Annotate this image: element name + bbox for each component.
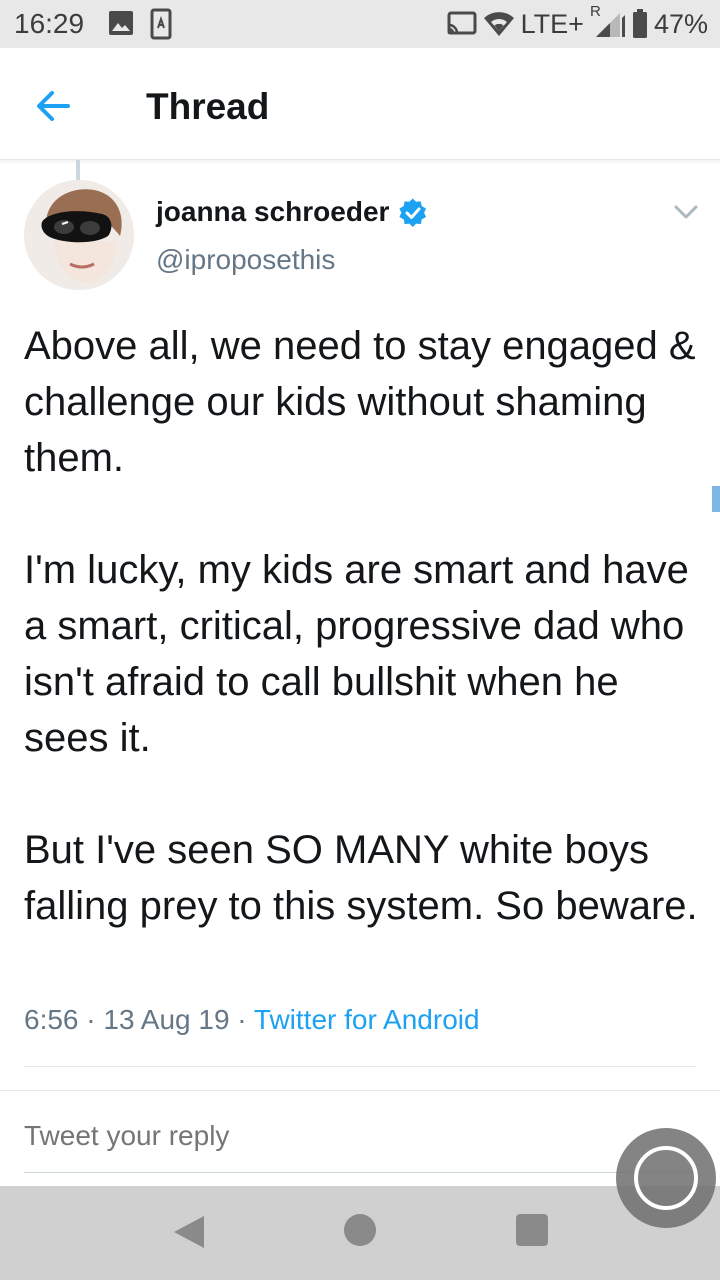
author-handle[interactable]: @iproposethis <box>156 244 335 276</box>
nav-home-button[interactable] <box>344 1214 376 1246</box>
chevron-down-icon <box>674 205 698 219</box>
meta-separator: · <box>86 1004 104 1035</box>
triangle-back-icon <box>174 1216 204 1248</box>
tweet-time: 6:56 <box>24 1004 79 1035</box>
scrollbar[interactable] <box>712 486 720 512</box>
wifi-icon <box>483 10 515 38</box>
status-bar: 16:29 LTE+ R 47% <box>0 0 720 48</box>
nav-back-button[interactable] <box>172 1214 206 1250</box>
tweet-text: Above all, we need to stay engaged & cha… <box>24 324 698 928</box>
cast-icon <box>447 11 477 37</box>
status-icons: LTE+ R 47% <box>447 3 708 40</box>
avatar[interactable] <box>24 180 134 290</box>
thread-connector-line <box>76 160 80 180</box>
divider <box>24 1066 696 1067</box>
verified-badge-icon <box>398 198 428 228</box>
profile-photo <box>24 180 134 290</box>
status-time: 16:29 <box>14 8 85 39</box>
floating-assistive-button[interactable] <box>616 1128 716 1228</box>
sim-card-icon <box>150 8 172 45</box>
image-icon <box>108 8 134 43</box>
circle-icon <box>634 1146 698 1210</box>
app-bar: Thread <box>0 48 720 160</box>
network-type: LTE+ <box>520 8 584 39</box>
arrow-left-icon <box>37 91 70 121</box>
tweet-meta: 6:56 · 13 Aug 19 · Twitter for Android <box>24 1004 480 1036</box>
battery-percentage: 47% <box>653 8 708 39</box>
page-title: Thread <box>146 86 270 127</box>
nav-recents-button[interactable] <box>516 1214 548 1246</box>
divider <box>0 1090 720 1091</box>
reply-input[interactable] <box>24 1120 696 1152</box>
tweet-options-button[interactable] <box>670 198 702 226</box>
signal-icon: R <box>590 3 626 39</box>
tweet-date: 13 Aug 19 <box>103 1004 230 1035</box>
meta-separator: · <box>237 1004 254 1035</box>
reply-input-underline <box>24 1172 696 1173</box>
author-name[interactable]: joanna schroeder <box>156 196 389 228</box>
back-button[interactable] <box>30 82 78 130</box>
tweet-source-link[interactable]: Twitter for Android <box>254 1004 480 1035</box>
battery-icon <box>632 9 648 39</box>
